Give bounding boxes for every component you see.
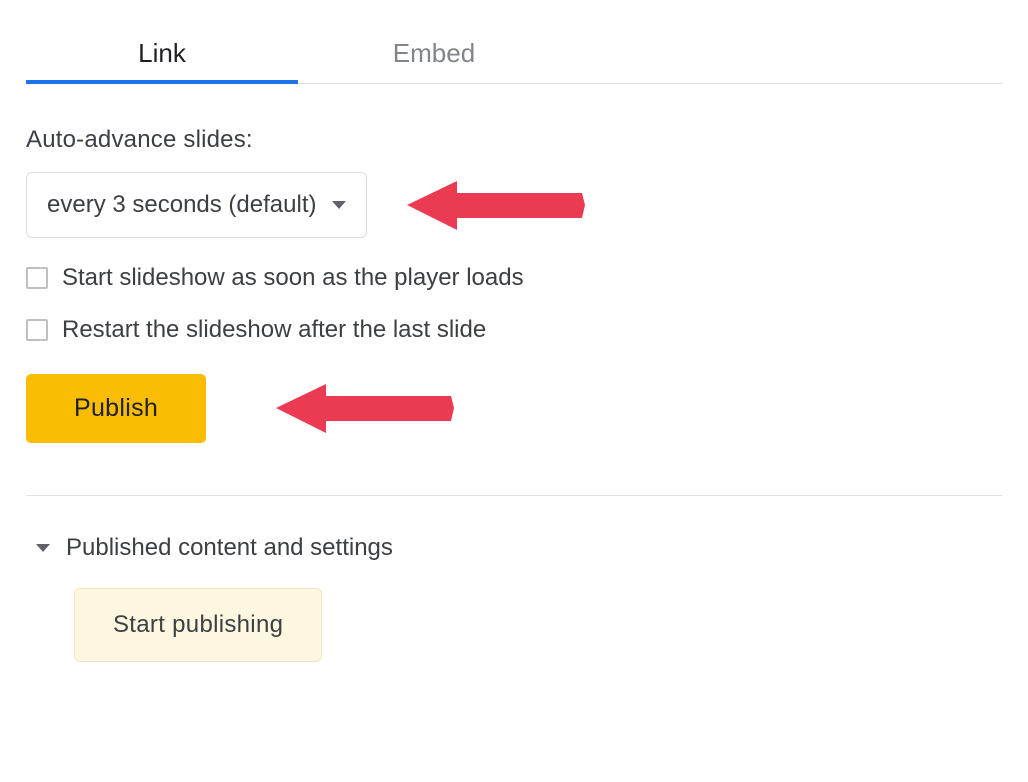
auto-advance-select[interactable]: every 3 seconds (default) (26, 172, 367, 238)
checkbox-row-restart: Restart the slideshow after the last sli… (26, 316, 1002, 344)
auto-advance-label: Auto-advance slides: (26, 126, 1002, 154)
divider (26, 495, 1002, 496)
start-publishing-button[interactable]: Start publishing (74, 588, 322, 662)
checkbox-row-start-on-load: Start slideshow as soon as the player lo… (26, 264, 1002, 292)
tab-link[interactable]: Link (26, 28, 298, 83)
checkbox-start-on-load[interactable] (26, 267, 48, 289)
tabs: Link Embed (26, 28, 1002, 84)
chevron-down-icon (332, 201, 346, 209)
annotation-arrow-icon (407, 178, 587, 233)
publish-button[interactable]: Publish (26, 374, 206, 443)
annotation-arrow-icon (276, 381, 456, 436)
auto-advance-selected-value: every 3 seconds (default) (47, 191, 316, 219)
tab-embed[interactable]: Embed (298, 28, 570, 83)
checkbox-start-on-load-label: Start slideshow as soon as the player lo… (62, 264, 524, 292)
checkbox-restart-after-last[interactable] (26, 319, 48, 341)
chevron-down-icon (36, 544, 50, 552)
published-content-expander[interactable]: Published content and settings (36, 534, 1002, 562)
checkbox-restart-after-last-label: Restart the slideshow after the last sli… (62, 316, 486, 344)
published-content-label: Published content and settings (66, 534, 393, 562)
